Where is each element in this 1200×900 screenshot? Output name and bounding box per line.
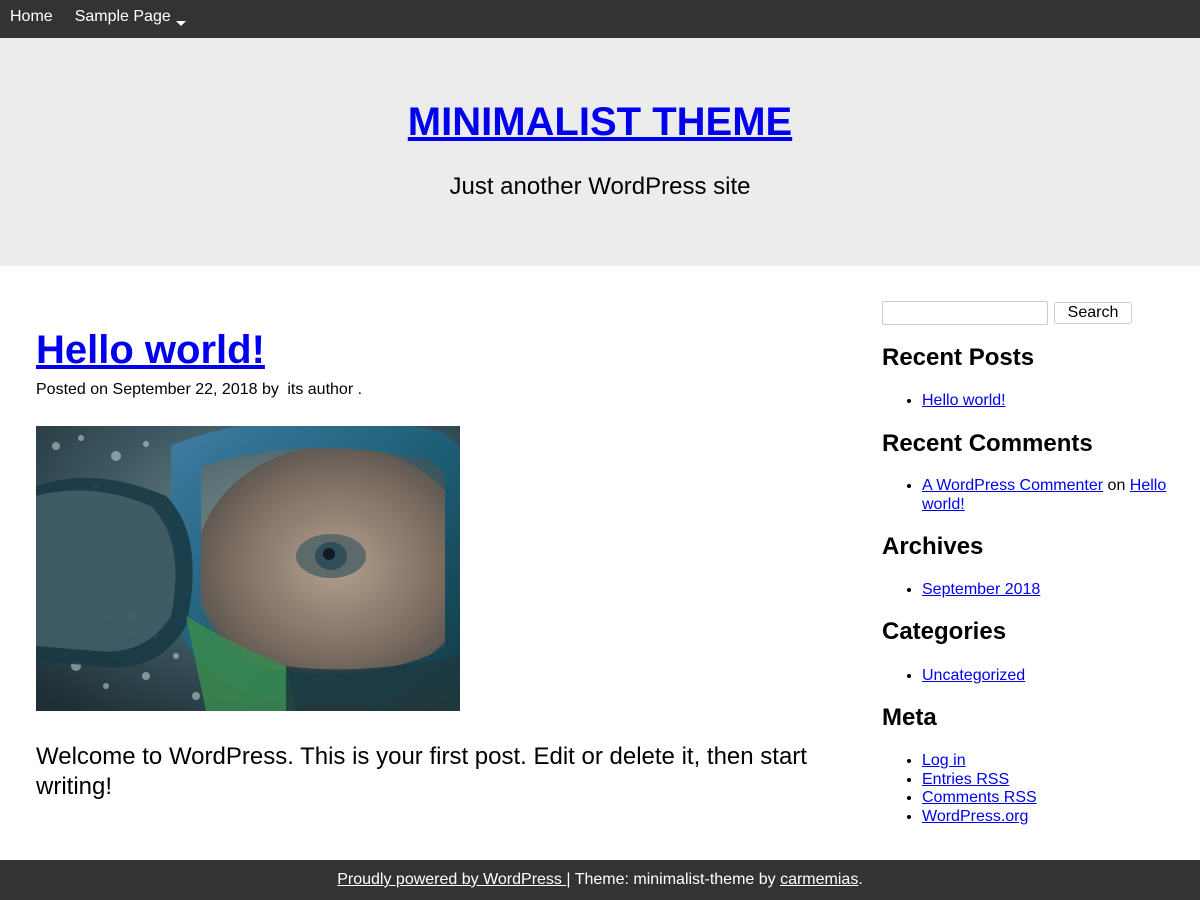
widget-title: Recent Comments: [882, 430, 1093, 457]
recent-posts-list: Hello world!: [882, 392, 1034, 411]
nav-item-sample-page[interactable]: Sample Page: [75, 8, 186, 26]
post-content: Welcome to WordPress. This is your first…: [36, 743, 807, 800]
list-item: A WordPress Commenter on Hello world!: [922, 477, 1172, 514]
site-description: Just another WordPress site: [449, 173, 751, 200]
categories-list: Uncategorized: [882, 667, 1025, 686]
list-item: September 2018: [922, 581, 1040, 600]
recent-comments-list: A WordPress Commenter on Hello world!: [882, 477, 1172, 514]
site-title: MINIMALIST THEME: [0, 98, 1200, 146]
caret-down-icon: [175, 20, 186, 26]
list-item: WordPress.org: [922, 808, 1037, 827]
widget-title: Archives: [882, 533, 984, 560]
main-content: Hello world! Posted on September 22, 201…: [36, 326, 826, 800]
post-meta: Posted on September 22, 2018 by its auth…: [36, 380, 826, 400]
post-date: September 22, 2018: [112, 381, 258, 398]
meta-entries-rss-link[interactable]: Entries RSS: [922, 771, 1009, 788]
widget-title: Meta: [882, 704, 937, 731]
archive-link[interactable]: September 2018: [922, 581, 1040, 598]
post-meta-prefix: Posted on: [36, 381, 109, 398]
recent-comments-widget: Recent Comments A WordPress Commenter on…: [882, 429, 1172, 514]
category-link[interactable]: Uncategorized: [922, 667, 1025, 684]
search-form: Search: [882, 299, 1172, 327]
footer-theme-text: | Theme: minimalist-theme by: [566, 871, 781, 888]
post-featured-image: [36, 426, 460, 711]
comment-on-text: on: [1107, 477, 1126, 494]
nav-item-label: Sample Page: [74, 8, 171, 25]
commenter-link[interactable]: A WordPress Commenter: [922, 477, 1103, 494]
list-item: Log in: [922, 752, 1037, 771]
archives-list: September 2018: [882, 581, 1040, 600]
post-meta-suffix: .: [357, 381, 363, 398]
top-navigation: Home Sample Page: [0, 0, 1200, 38]
search-input[interactable]: [882, 301, 1048, 325]
powered-by-link[interactable]: Proudly powered by WordPress: [337, 871, 566, 888]
list-item: Comments RSS: [922, 789, 1037, 808]
list-item: Hello world!: [922, 392, 1034, 411]
meta-comments-rss-link[interactable]: Comments RSS: [922, 789, 1037, 806]
sidebar: Search Recent Posts Hello world! Recent …: [882, 299, 1172, 825]
recent-posts-widget: Recent Posts Hello world!: [882, 343, 1034, 411]
post-title-link[interactable]: Hello world!: [36, 328, 265, 372]
list-item: Entries RSS: [922, 771, 1037, 790]
site-title-link[interactable]: MINIMALIST THEME: [408, 100, 792, 144]
post-title: Hello world!: [36, 326, 826, 374]
archives-widget: Archives September 2018: [882, 532, 1040, 600]
theme-author-link[interactable]: carmemias: [780, 871, 858, 888]
site-header: MINIMALIST THEME Just another WordPress …: [0, 38, 1200, 266]
categories-widget: Categories Uncategorized: [882, 617, 1025, 686]
site-footer: Proudly powered by WordPress | Theme: mi…: [0, 860, 1200, 900]
post-meta-by: by: [261, 381, 279, 398]
meta-widget: Meta Log in Entries RSS Comments RSS Wor…: [882, 703, 1037, 826]
list-item: Uncategorized: [922, 667, 1025, 686]
meta-list: Log in Entries RSS Comments RSS WordPres…: [882, 752, 1037, 826]
post-author: its author: [287, 381, 354, 398]
widget-title: Recent Posts: [882, 344, 1035, 371]
nav-item-label: Home: [10, 8, 53, 25]
meta-login-link[interactable]: Log in: [922, 752, 966, 769]
nav-item-home[interactable]: Home: [10, 8, 53, 26]
footer-suffix: .: [858, 871, 863, 888]
meta-wordpress-org-link[interactable]: WordPress.org: [922, 808, 1028, 825]
widget-title: Categories: [882, 618, 1007, 645]
recent-post-link[interactable]: Hello world!: [922, 392, 1006, 409]
search-button[interactable]: Search: [1054, 302, 1132, 324]
